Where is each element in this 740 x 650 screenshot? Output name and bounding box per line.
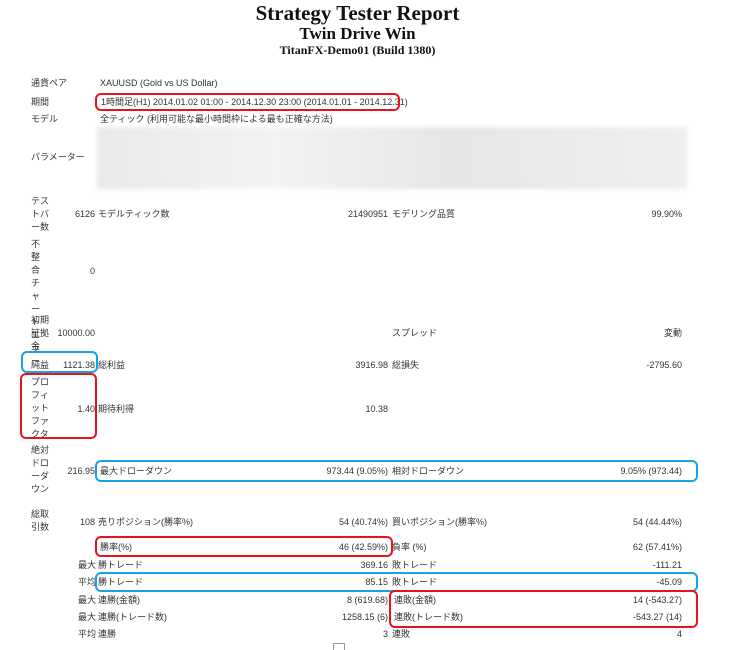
expected-payoff-value: 10.38: [365, 404, 388, 414]
largest-win-label: 勝トレード: [98, 560, 144, 570]
drawdown-highlight: [95, 460, 698, 482]
consecutive-wins-count-value: 1258.15 (6): [341, 612, 388, 622]
avg-consecutive-losses-value: 4: [676, 629, 682, 639]
loss-rate-value: 62 (57.41%): [632, 542, 682, 552]
parameters-blurred-area: [97, 127, 687, 189]
expected-payoff-label: 期待利得: [98, 404, 135, 414]
consecutive-losses-highlight: [389, 590, 698, 628]
gross-profit-label: 総利益: [98, 360, 126, 370]
avg-prefix-2: 平均: [78, 629, 97, 639]
avg-consecutive-wins-label: 連勝: [98, 629, 117, 639]
largest-win-value: 369.16: [360, 560, 388, 570]
initial-deposit-label: 初期証拠金: [31, 315, 50, 351]
long-positions-value: 54 (44.44%): [632, 517, 682, 527]
mismatch-errors-value: 0: [89, 266, 95, 276]
consecutive-wins-money-value: 8 (619.68): [346, 595, 388, 605]
total-trades-label: 総取引数: [31, 509, 50, 532]
modeling-quality-value: 99.90%: [651, 209, 682, 219]
win-rate-highlight: [95, 536, 393, 557]
largest-prefix: 最大: [78, 560, 97, 570]
ea-name: Twin Drive Win: [299, 24, 416, 43]
period-label: 期間: [31, 97, 50, 107]
modeling-quality-label: モデリング品質: [392, 209, 456, 219]
short-positions-label: 売りポジション(勝率%): [98, 517, 193, 527]
max-prefix-2: 最大: [78, 595, 97, 605]
account-build: TitanFX-Demo01 (Build 1380): [279, 43, 436, 57]
average-prefix: 平均: [78, 577, 97, 587]
report-title: Strategy Tester Report: [255, 1, 460, 25]
gross-profit-value: 3916.98: [355, 360, 388, 370]
period-highlight: [95, 93, 400, 111]
gross-loss-value: -2795.60: [646, 360, 682, 370]
model-ticks-value: 21490951: [347, 209, 388, 219]
initial-deposit-value: 10000.00: [57, 328, 95, 338]
largest-loss-label: 敗トレード: [392, 560, 438, 570]
total-trades-value: 108: [79, 517, 95, 527]
avg-consecutive-wins-value: 3: [382, 629, 388, 639]
test-bars-value: 6126: [74, 209, 95, 219]
avg-consecutive-losses-label: 連敗: [392, 629, 411, 639]
symbol-label: 通貨ペア: [31, 78, 68, 88]
loss-rate-label: 負率 (%): [392, 542, 427, 552]
average-trades-highlight: [95, 572, 698, 592]
test-bars-label: テストバー数: [31, 196, 50, 232]
consecutive-wins-count-label: 連勝(トレード数): [98, 612, 167, 622]
spread-label: スプレッド: [392, 328, 438, 338]
model-ticks-label: モデルティック数: [98, 209, 170, 219]
absolute-drawdown-value: 216.95: [67, 466, 95, 476]
profit-factor-highlight: [20, 373, 97, 439]
parameters-label: パラメーター: [31, 152, 85, 162]
largest-loss-value: -111.21: [652, 560, 682, 570]
spread-value: 変動: [663, 328, 682, 338]
consecutive-wins-money-label: 連勝(金額): [98, 595, 140, 605]
model-value: 全ティック (利用可能な最小時間枠による最も正確な方法): [100, 114, 333, 124]
max-prefix-3: 最大: [78, 612, 97, 622]
absolute-drawdown-label: 絶対ドローダウン: [31, 445, 50, 494]
net-profit-highlight: [21, 351, 98, 373]
short-positions-value: 54 (40.74%): [338, 517, 388, 527]
model-label: モデル: [31, 114, 59, 124]
symbol-value: XAUUSD (Gold vs US Dollar): [100, 78, 218, 88]
gross-loss-label: 総損失: [392, 360, 420, 370]
long-positions-label: 買いポジション(勝率%): [392, 517, 487, 527]
